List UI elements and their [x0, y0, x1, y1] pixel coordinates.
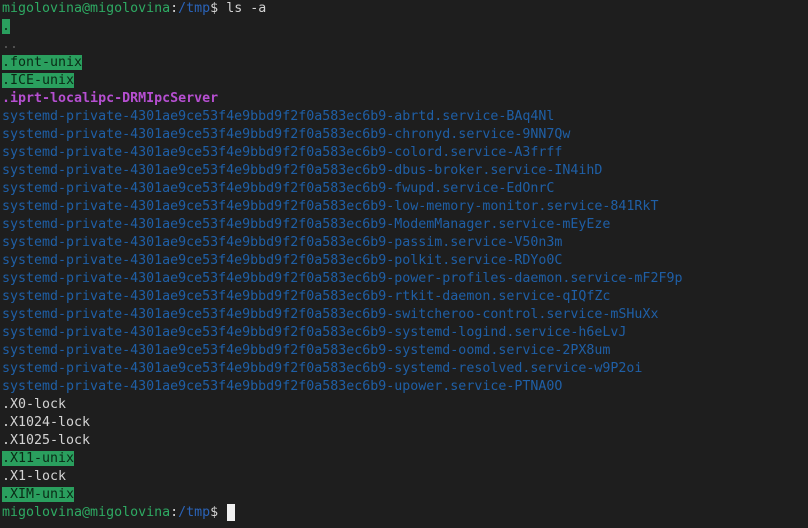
dir-entry-ice-unix: .ICE-unix — [2, 72, 75, 90]
service-dir-entry: systemd-private-4301ae9ce53f4e9bbd9f2f0a… — [2, 307, 659, 322]
dir-entry-x0-lock: .X0-lock — [2, 397, 67, 412]
entry-dot: . — [2, 19, 11, 34]
prompt-separator: : — [170, 1, 179, 16]
prompt-path: /tmp — [178, 505, 211, 520]
service-dir-entry: systemd-private-4301ae9ce53f4e9bbd9f2f0a… — [2, 253, 563, 268]
dir-entry-xim-unix: .XIM-unix — [2, 486, 75, 504]
service-dir-entry: systemd-private-4301ae9ce53f4e9bbd9f2f0a… — [2, 271, 683, 286]
entry-dotdot: .. — [2, 37, 19, 52]
service-dir-entry: systemd-private-4301ae9ce53f4e9bbd9f2f0a… — [2, 235, 563, 250]
prompt-user-host: migolovina@migolovina — [2, 1, 171, 16]
prompt-symbol: $ — [210, 505, 227, 520]
dir-entry-font-unix: .font-unix — [2, 54, 83, 72]
prompt-line: migolovina@migolovina:/tmp$ ls -a — [2, 0, 266, 18]
service-dir-entry: systemd-private-4301ae9ce53f4e9bbd9f2f0a… — [2, 343, 611, 358]
command-text: ls -a — [226, 1, 267, 16]
prompt-user-host: migolovina@migolovina — [2, 505, 171, 520]
service-dir-entry: systemd-private-4301ae9ce53f4e9bbd9f2f0a… — [2, 217, 611, 232]
service-dir-entry: systemd-private-4301ae9ce53f4e9bbd9f2f0a… — [2, 325, 627, 340]
prompt-symbol: $ — [210, 1, 227, 16]
dir-entry-x1025-lock: .X1025-lock — [2, 433, 91, 448]
service-dir-entry: systemd-private-4301ae9ce53f4e9bbd9f2f0a… — [2, 199, 659, 214]
dir-entry-x11-unix: .X11-unix — [2, 450, 75, 468]
dir-entry-dot: . — [2, 18, 11, 36]
dir-entry-dotdot: .. — [2, 36, 18, 54]
entry-xim-unix: .XIM-unix — [2, 487, 75, 502]
prompt-line-current[interactable]: migolovina@migolovina:/tmp$ — [2, 504, 236, 522]
entry-font-unix: .font-unix — [2, 55, 83, 70]
service-dir-entry: systemd-private-4301ae9ce53f4e9bbd9f2f0a… — [2, 289, 611, 304]
dir-entry-x1-lock: .X1-lock — [2, 469, 67, 484]
service-dir-entry: systemd-private-4301ae9ce53f4e9bbd9f2f0a… — [2, 109, 555, 124]
service-dir-entry: systemd-private-4301ae9ce53f4e9bbd9f2f0a… — [2, 163, 603, 178]
service-dir-entry: systemd-private-4301ae9ce53f4e9bbd9f2f0a… — [2, 379, 563, 394]
dir-entry-x1024-lock: .X1024-lock — [2, 415, 91, 430]
entry-ice-unix: .ICE-unix — [2, 73, 75, 88]
entry-iprt-socket: .iprt-localipc-DRMIpcServer — [2, 91, 219, 106]
service-dir-entry: systemd-private-4301ae9ce53f4e9bbd9f2f0a… — [2, 127, 571, 142]
prompt-path: /tmp — [178, 1, 211, 16]
prompt-separator: : — [170, 505, 179, 520]
service-dir-entry: systemd-private-4301ae9ce53f4e9bbd9f2f0a… — [2, 361, 643, 376]
service-dir-entry: systemd-private-4301ae9ce53f4e9bbd9f2f0a… — [2, 181, 555, 196]
terminal-window[interactable]: migolovina@migolovina:/tmp$ ls -a . .. .… — [0, 0, 808, 528]
entry-x11-unix: .X11-unix — [2, 451, 75, 466]
dir-entry-iprt: .iprt-localipc-DRMIpcServer — [2, 90, 218, 108]
text-cursor[interactable] — [227, 504, 236, 521]
service-dir-entry: systemd-private-4301ae9ce53f4e9bbd9f2f0a… — [2, 145, 563, 160]
